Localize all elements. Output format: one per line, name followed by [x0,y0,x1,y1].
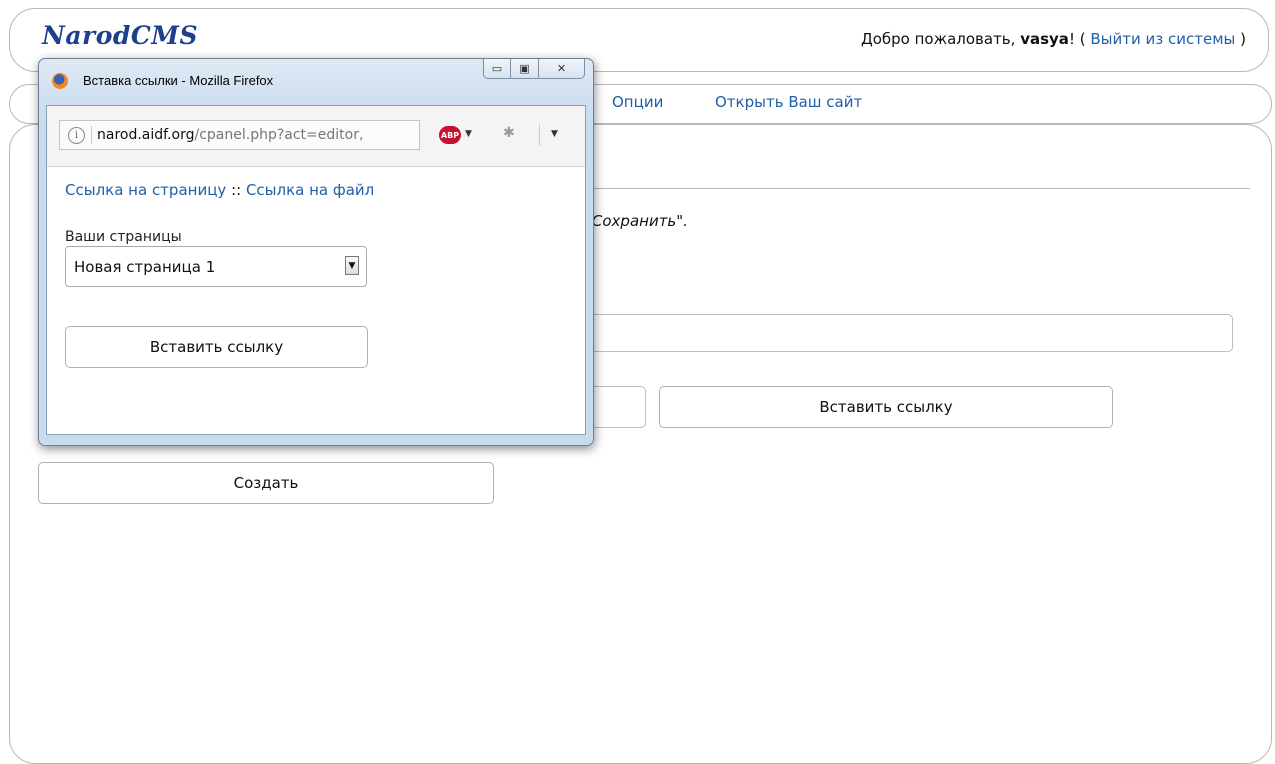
url-host: narod.aidf.org [97,127,195,143]
firefox-icon [52,73,68,89]
popup-insert-link-button[interactable]: Вставить ссылку [65,326,368,368]
minimize-icon[interactable]: ▭ [483,59,511,79]
logout-link[interactable]: Выйти из системы [1090,30,1235,48]
window-controls: ▭ ▣ ✕ [483,59,585,81]
link-to-file-tab[interactable]: Ссылка на файл [246,181,374,199]
link-type-separator: :: [231,181,242,199]
welcome-suffix: ! ( [1068,30,1086,48]
chevron-down-icon[interactable]: ▼ [465,129,472,139]
adblock-plus-icon[interactable]: ABP [439,126,461,144]
insert-link-button[interactable]: Вставить ссылку [659,386,1113,428]
firebug-icon[interactable]: ✱ [503,125,515,141]
url-path: /cpanel.php?act=editor, [194,127,364,143]
close-paren: ) [1240,30,1246,48]
welcome-text: Добро пожаловать, vasya! ( Выйти из сист… [861,30,1246,48]
maximize-icon[interactable]: ▣ [511,59,539,79]
selected-page: Новая страница 1 [74,257,216,276]
url-separator [91,126,92,144]
link-url-input[interactable] [585,314,1233,352]
popup-toolbar: i narod.aidf.org/cpanel.php?act=editor, … [47,106,585,167]
welcome-prefix: Добро пожаловать, [860,30,1016,48]
url-bar[interactable]: i narod.aidf.org/cpanel.php?act=editor, [59,120,420,150]
site-logo[interactable]: NarodCMS [42,21,198,50]
link-type-tabs: Ссылка на страницу :: Ссылка на файл [65,181,374,199]
insert-link-popup-window: Вставка ссылки - Mozilla Firefox ▭ ▣ ✕ i… [38,58,594,446]
save-instruction-text: "Сохранить". [585,212,688,230]
dropdown-arrow-icon[interactable]: ▼ [345,256,359,275]
menu-chevron-down-icon[interactable]: ▼ [551,129,558,139]
toolbar-separator [539,124,540,146]
pages-select-label: Ваши страницы [65,229,182,245]
section-divider [590,188,1250,189]
popup-window-title: Вставка ссылки - Mozilla Firefox [83,73,274,88]
close-icon[interactable]: ✕ [539,59,585,79]
info-icon[interactable]: i [68,126,85,144]
link-to-page-tab[interactable]: Ссылка на страницу [65,181,226,199]
username: vasya [1020,30,1069,48]
nav-open-site-link[interactable]: Открыть Ваш сайт [715,93,862,111]
nav-options-link[interactable]: Опции [612,93,663,111]
pages-select[interactable]: Новая страница 1 ▼ [65,246,367,287]
create-button[interactable]: Создать [38,462,494,504]
